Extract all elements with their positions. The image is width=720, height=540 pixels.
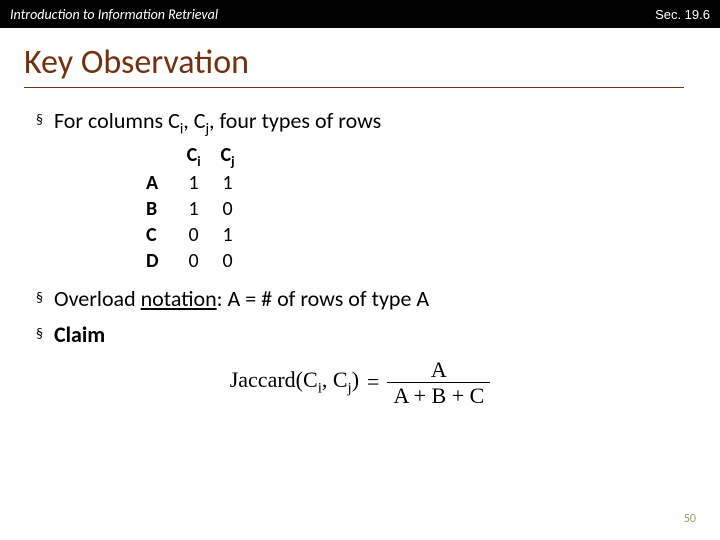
- slide-content: § For columns Ci, Cj, four types of rows…: [36, 106, 684, 407]
- formula-numerator: A: [425, 358, 453, 382]
- bullet-marker-icon: §: [36, 320, 54, 348]
- cell: 0: [211, 248, 245, 274]
- cell: 1: [211, 170, 245, 196]
- bullet-text: Claim: [54, 320, 684, 350]
- row-label: C: [136, 222, 177, 248]
- course-title: Introduction to Information Retrieval: [10, 6, 218, 23]
- table-row: B 1 0: [136, 196, 245, 222]
- col-header-ci: Ci: [177, 142, 211, 171]
- jaccard-formula: Jaccard(Ci, Cj) = A A + B + C: [36, 358, 684, 407]
- bullet-text: Overload notation: A = # of rows of type…: [54, 284, 684, 314]
- row-label: D: [136, 248, 177, 274]
- table-row: D 0 0: [136, 248, 245, 274]
- row-label: A: [136, 170, 177, 196]
- section-label: Sec. 19.6: [655, 7, 710, 22]
- bullet-text: For columns Ci, Cj, four types of rows: [54, 106, 684, 140]
- page-number: 50: [684, 512, 696, 526]
- col-header-cj: Cj: [211, 142, 245, 171]
- bullet-item: § Claim: [36, 320, 684, 350]
- row-types-table: Ci Cj A 1 1 B 1 0 C 0 1: [136, 142, 684, 275]
- bullet-marker-icon: §: [36, 106, 54, 134]
- bullet-marker-icon: §: [36, 284, 54, 312]
- cell: 1: [177, 196, 211, 222]
- row-label: B: [136, 196, 177, 222]
- slide-title: Key Observation: [24, 42, 684, 88]
- table-row: C 0 1: [136, 222, 245, 248]
- bullet-item: § Overload notation: A = # of rows of ty…: [36, 284, 684, 314]
- bullet-item: § For columns Ci, Cj, four types of rows: [36, 106, 684, 140]
- cell: 1: [177, 170, 211, 196]
- cell: 0: [177, 248, 211, 274]
- cell: 1: [211, 222, 245, 248]
- slide-header: Introduction to Information Retrieval Se…: [0, 0, 720, 28]
- table-row: A 1 1: [136, 170, 245, 196]
- cell: 0: [211, 196, 245, 222]
- cell: 0: [177, 222, 211, 248]
- formula-denominator: A + B + C: [387, 382, 490, 407]
